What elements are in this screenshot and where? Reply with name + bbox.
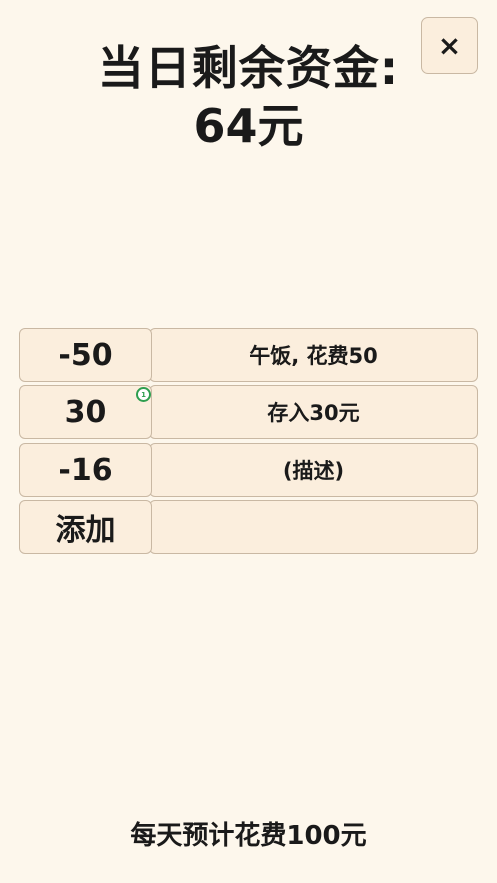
entry-amount-input[interactable]: -50 xyxy=(19,328,152,382)
entry-row: 30 1 存入30元 xyxy=(19,385,478,439)
page-title: 当日剩余资金: xyxy=(97,41,400,95)
daily-budget-text: 每天预计花费100元 xyxy=(130,821,367,851)
entry-row: -50 午饭, 花费50 xyxy=(19,328,478,382)
count-badge: 1 xyxy=(136,387,151,402)
remaining-amount: 64元 xyxy=(193,99,304,153)
entry-description-input[interactable]: 存入30元 xyxy=(149,385,478,439)
entry-description-input[interactable]: (描述) xyxy=(149,443,478,497)
add-row: 添加 xyxy=(19,500,478,554)
entry-description-input[interactable]: 午饭, 花费50 xyxy=(149,328,478,382)
entry-amount-input[interactable]: 30 xyxy=(19,385,152,439)
entry-row: -16 (描述) xyxy=(19,443,478,497)
entry-amount-input[interactable]: -16 xyxy=(19,443,152,497)
add-button[interactable]: 添加 xyxy=(19,500,152,554)
new-entry-description-input[interactable] xyxy=(149,500,478,554)
